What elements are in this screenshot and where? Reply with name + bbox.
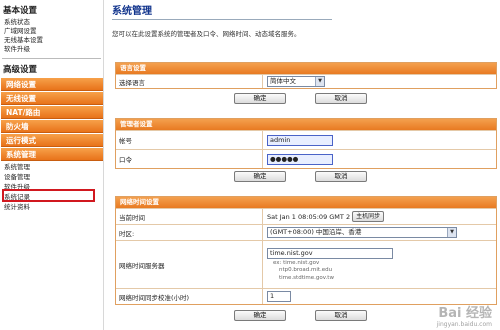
- sync-interval-label: 网络时间同步校准(小时): [116, 289, 263, 304]
- sidebar-link-system-status[interactable]: 系统状态: [0, 18, 103, 27]
- basic-settings-heading: 基本设置: [3, 6, 38, 16]
- nav-wireless-settings[interactable]: 无线设置: [1, 92, 103, 105]
- watermark-url: jingyan.baidu.com: [436, 321, 492, 328]
- chevron-down-icon: ▼: [447, 228, 456, 237]
- sidebar: 基本设置 系统状态 广域网设置 无线基本设置 软件升级 高级设置 网络设置 无线…: [0, 0, 104, 330]
- language-buttons: 确定 取消: [115, 93, 497, 107]
- timezone-label: 时区:: [116, 225, 263, 240]
- ntp-hint-stdtime: time.stdtime.gov.tw: [279, 274, 334, 281]
- sync-interval-input[interactable]: 1: [267, 291, 291, 302]
- language-section-heading: 语言设置: [116, 63, 496, 74]
- ntp-apply-button[interactable]: 确定: [234, 310, 286, 321]
- title-divider: [112, 19, 332, 20]
- ntp-cancel-button[interactable]: 取消: [315, 310, 367, 321]
- timezone-selected-value: (GMT+08:00) 中国沿岸、香港: [270, 228, 362, 236]
- page-title: 系统管理: [112, 6, 152, 17]
- current-time-value: Sat Jan 1 08:05:09 GMT 2: [267, 212, 351, 221]
- sync-host-button[interactable]: 主机同步: [352, 211, 385, 222]
- submenu-system-management[interactable]: 系统管理: [0, 162, 103, 172]
- password-input[interactable]: ●●●●●: [267, 153, 333, 165]
- submenu-device-management[interactable]: 设备管理: [0, 172, 103, 182]
- main-content: 系统管理 您可以在此设置系统的管理者及口令、网络时间、动态域名服务。 语言设置 …: [112, 0, 500, 330]
- password-row: 口令 ●●●●●: [116, 149, 496, 168]
- chevron-down-icon: ▼: [315, 77, 324, 86]
- language-cancel-button[interactable]: 取消: [315, 93, 367, 104]
- account-row: 帐号 admin: [116, 130, 496, 149]
- sidebar-link-wireless-basic[interactable]: 无线基本设置: [0, 36, 103, 45]
- language-row: 选择语言 简体中文 ▼: [116, 74, 496, 88]
- language-section: 语言设置 选择语言 简体中文 ▼: [115, 62, 497, 89]
- ntp-server-label: 网络时间服务器: [116, 241, 263, 288]
- language-selected-value: 简体中文: [270, 77, 296, 85]
- submenu-statistics[interactable]: 统计资料: [0, 202, 103, 212]
- language-select[interactable]: 简体中文 ▼: [267, 76, 325, 87]
- ntp-section-heading: 网络时间设置: [116, 197, 496, 208]
- current-time-row: 当前时间 Sat Jan 1 08:05:09 GMT 2 主机同步: [116, 208, 496, 224]
- ntp-hint-mit: ntp0.broad.mit.edu: [279, 267, 333, 274]
- timezone-row: 时区: (GMT+08:00) 中国沿岸、香港 ▼: [116, 224, 496, 240]
- highlight-annotation-box: [2, 189, 95, 202]
- admin-buttons: 确定 取消: [115, 171, 497, 185]
- admin-cancel-button[interactable]: 取消: [315, 171, 367, 182]
- nav-system-management[interactable]: 系统管理: [1, 148, 103, 161]
- sidebar-link-firmware-upgrade[interactable]: 软件升级: [0, 45, 103, 54]
- timezone-select[interactable]: (GMT+08:00) 中国沿岸、香港 ▼: [267, 227, 457, 238]
- language-label: 选择语言: [116, 75, 263, 88]
- ntp-server-row: 网络时间服务器 time.nist.gov ex: time.nist.gov …: [116, 240, 496, 288]
- nav-nat-routing[interactable]: NAT/路由: [1, 106, 103, 119]
- nav-operation-mode[interactable]: 运行模式: [1, 134, 103, 147]
- current-time-label: 当前时间: [116, 209, 263, 224]
- language-apply-button[interactable]: 确定: [234, 93, 286, 104]
- account-label: 帐号: [116, 131, 263, 149]
- admin-section: 管理者设置 帐号 admin 口令 ●●●●●: [115, 118, 497, 169]
- ntp-hint-example: ex: time.nist.gov: [273, 259, 320, 266]
- admin-apply-button[interactable]: 确定: [234, 171, 286, 182]
- system-management-submenu: 系统管理 设备管理 软件升级 系统记录 统计资料: [0, 161, 103, 212]
- ntp-server-input[interactable]: time.nist.gov: [267, 247, 393, 259]
- ntp-section: 网络时间设置 当前时间 Sat Jan 1 08:05:09 GMT 2 主机同…: [115, 196, 497, 305]
- admin-section-heading: 管理者设置: [116, 119, 496, 130]
- watermark-logo: Bai 经验: [438, 306, 492, 321]
- baidu-watermark: Bai 经验 jingyan.baidu.com: [437, 302, 492, 328]
- page-description: 您可以在此设置系统的管理者及口令、网络时间、动态域名服务。: [112, 30, 301, 38]
- nav-firewall[interactable]: 防火墙: [1, 120, 103, 133]
- advanced-settings-heading: 高级设置: [3, 65, 38, 75]
- account-input[interactable]: admin: [267, 134, 333, 146]
- password-label: 口令: [116, 150, 263, 168]
- sidebar-link-wan-settings[interactable]: 广域网设置: [0, 27, 103, 36]
- nav-network-settings[interactable]: 网络设置: [1, 78, 103, 91]
